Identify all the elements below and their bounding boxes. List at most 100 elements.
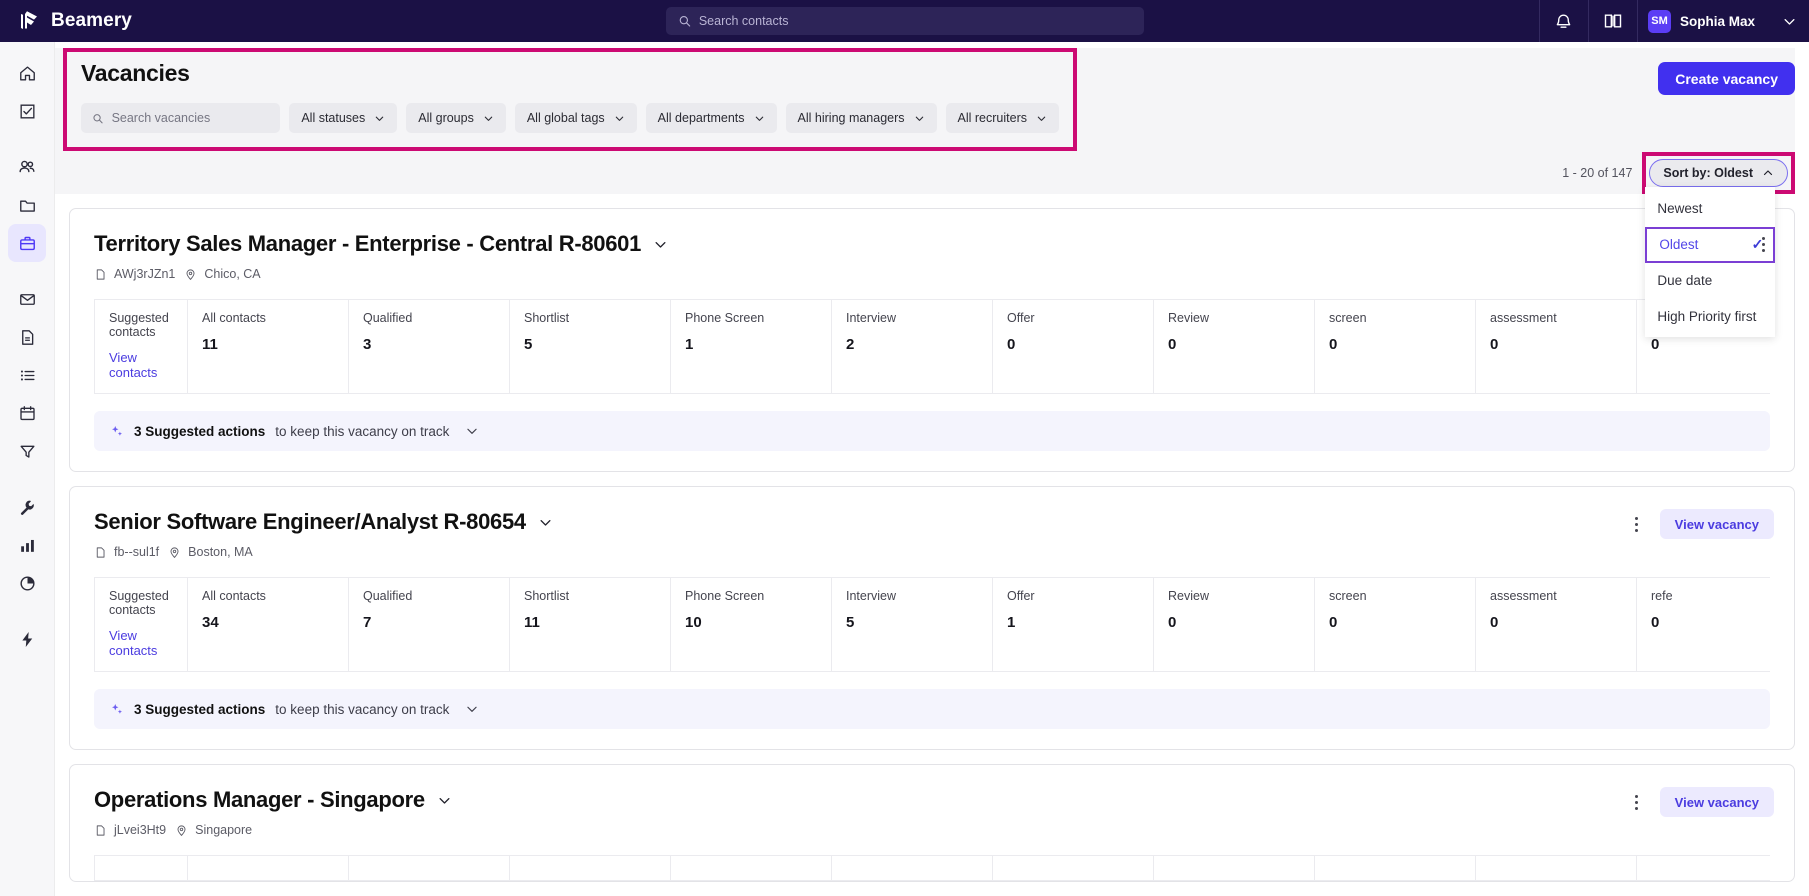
sidebar-item-automation[interactable] [8,620,46,658]
stat-cell-review [1154,856,1315,881]
lightning-icon [21,631,32,647]
stat-cell-interview [832,856,993,881]
book-icon [1604,14,1622,28]
sidebar-item-filters[interactable] [8,432,46,470]
filter-all-recruiters[interactable]: All recruiters [945,103,1059,133]
vacancy-card-header: Operations Manager - Singapore jLvei3Ht9… [70,765,1794,837]
top-bar-right-group: SM Sophia Max [1538,0,1809,42]
filter-all-groups[interactable]: All groups [406,103,506,133]
global-search-input[interactable] [698,14,1132,28]
vacancy-title[interactable]: Senior Software Engineer/Analyst R-80654 [94,509,526,535]
suggested-actions-text: to keep this vacancy on track [275,701,450,717]
location-pin-icon [177,824,186,836]
user-menu-chevron[interactable] [1769,0,1809,42]
search-vacancies-input[interactable] [111,111,270,125]
sort-by-label: Sort by: Oldest [1663,165,1753,180]
stat-cell-assessment [1476,856,1637,881]
suggested-actions-banner[interactable]: 3 Suggested actions to keep this vacancy… [94,689,1770,729]
view-vacancy-button[interactable]: View vacancy [1659,509,1774,539]
stat-label: refe [1651,589,1673,603]
sidebar-item-calendar[interactable] [8,394,46,432]
view-vacancy-button[interactable]: View vacancy [1659,787,1774,817]
stat-label: assessment [1490,589,1557,603]
sidebar-item-messages[interactable] [8,280,46,318]
stat-cell-qualified [349,856,510,881]
stat-value: 0 [1007,336,1016,353]
stat-label: Qualified [363,311,413,325]
bell-icon [1557,14,1571,28]
notifications-button[interactable] [1540,0,1588,42]
document-icon [96,824,105,836]
stat-cell-phone-screen: Phone Screen 1 [671,300,832,394]
stat-value: 3 [363,336,372,353]
filter-label: All hiring managers [797,111,905,125]
brand-logo[interactable]: Beamery [0,9,300,33]
stat-cell-screen [1315,856,1476,881]
filter-all-global-tags[interactable]: All global tags [514,103,637,133]
filter-all-hiring-managers[interactable]: All hiring managers [785,103,937,133]
stat-value: 10 [685,614,702,631]
briefcase-icon [19,236,35,250]
stat-cell-screen: screen 0 [1315,578,1476,672]
vacancy-title[interactable]: Territory Sales Manager - Enterprise - C… [94,231,641,257]
stat-cell-all-contacts [188,856,349,881]
chevron-down-icon[interactable] [538,515,553,530]
stat-cell-assessment: assessment 0 [1476,300,1637,394]
knowledge-base-button[interactable] [1589,0,1637,42]
list-icon [20,370,35,380]
global-search[interactable] [665,7,1144,35]
document-icon [96,546,105,558]
view-contacts-link[interactable]: View contacts [109,628,173,658]
results-count: 1 - 20 of 147 [1562,165,1633,180]
top-navigation-bar: Beamery SM Sophia Max [0,0,1809,42]
stat-value: 34 [202,614,219,631]
chevron-down-icon[interactable] [653,237,668,252]
create-vacancy-button[interactable]: Create vacancy [1658,62,1795,95]
sidebar-item-vacancies[interactable] [8,224,46,262]
user-menu[interactable]: SM Sophia Max [1638,9,1769,33]
sidebar-item-documents[interactable] [8,318,46,356]
vacancy-meta: jLvei3Ht9 Singapore [94,823,1770,837]
stat-cell-review: Review 0 [1154,300,1315,394]
stat-value: 0 [1490,614,1499,631]
filter-row: All statuses All groups All global tags … [81,103,1059,133]
suggested-actions-banner[interactable]: 3 Suggested actions to keep this vacancy… [94,411,1770,451]
sidebar-item-reports[interactable] [8,564,46,602]
vacancy-card: Senior Software Engineer/Analyst R-80654… [69,486,1795,750]
stat-cell-suggested-contacts: Suggested contacts View contacts [95,578,188,672]
sidebar-item-analytics[interactable] [8,526,46,564]
chevron-down-icon[interactable] [465,424,479,438]
filter-all-statuses[interactable]: All statuses [289,103,398,133]
search-vacancies-field[interactable] [81,103,281,133]
sidebar-item-tools[interactable] [8,488,46,526]
sidebar-item-contacts[interactable] [8,148,46,186]
stat-label: Phone Screen [685,311,765,325]
stat-label: Suggested contacts [109,311,169,339]
tasks-icon [19,103,35,119]
sidebar-item-projects[interactable] [8,186,46,224]
stat-value: 2 [846,336,855,353]
stat-value: 0 [1168,336,1177,353]
stat-cell-interview: Interview 2 [832,300,993,394]
stat-label: All contacts [202,589,266,603]
vacancy-options-menu[interactable] [1752,231,1774,257]
vacancy-list: Territory Sales Manager - Enterprise - C… [55,194,1809,882]
vacancy-location: Singapore [175,823,252,837]
sidebar-item-home[interactable] [8,54,46,92]
sidebar-item-tasks[interactable] [8,92,46,130]
chevron-down-icon[interactable] [465,702,479,716]
filter-all-departments[interactable]: All departments [645,103,777,133]
chevron-down-icon [615,116,623,121]
chevron-down-icon [1784,18,1794,25]
chevron-down-icon[interactable] [437,793,452,808]
vacancy-title[interactable]: Operations Manager - Singapore [94,787,425,813]
vacancy-options-menu[interactable] [1626,789,1648,815]
sidebar-item-lists[interactable] [8,356,46,394]
vacancy-location-text: Singapore [195,823,253,837]
sort-by-button[interactable]: Sort by: Oldest [1649,158,1788,187]
vacancy-meta: fb--sul1f Boston, MA [94,545,1770,559]
vacancy-options-menu[interactable] [1626,511,1648,537]
sort-option-high-priority-first[interactable]: High Priority first [1645,299,1775,335]
view-contacts-link[interactable]: View contacts [109,350,173,380]
stat-label: Offer [1007,589,1035,603]
